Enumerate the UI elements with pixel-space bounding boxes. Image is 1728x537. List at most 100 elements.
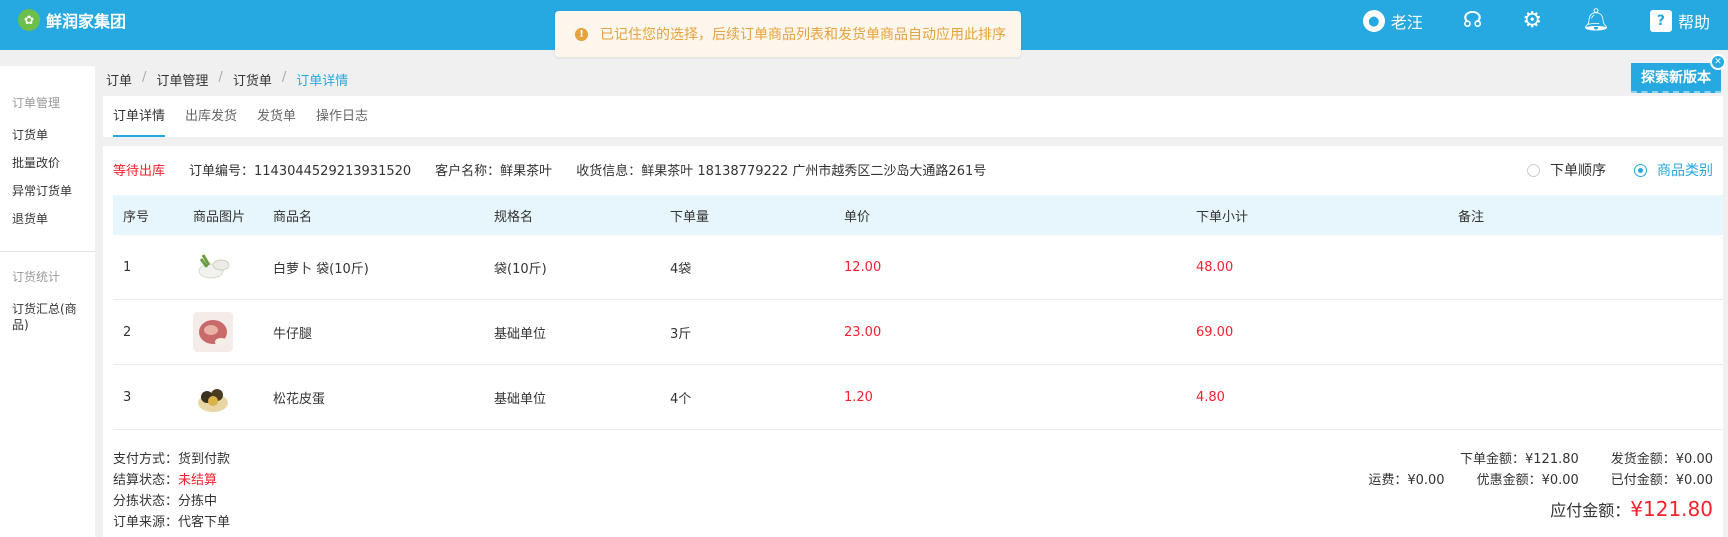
breadcrumb-separator: / (218, 70, 223, 85)
payment-method-row: 支付方式：货到付款 (113, 449, 230, 470)
cell-price: 1.20 (844, 389, 873, 405)
preserved-egg-image (193, 377, 233, 417)
sidebar-item-purchase-orders[interactable]: 订货单 (0, 121, 95, 149)
breadcrumb-item-purchase-orders[interactable]: 订货单 (233, 70, 272, 89)
tab-delivery-note[interactable]: 发货单 (257, 96, 296, 137)
headset-icon: ☊ (1462, 8, 1483, 33)
sorting-status-row: 分拣状态：分拣中 (113, 491, 230, 512)
radio-circle-icon (1527, 163, 1540, 177)
help-label: 帮助 (1677, 13, 1710, 32)
brand-logo-icon: ✿ (18, 9, 40, 31)
payable-amount: ¥121.80 (1630, 497, 1713, 521)
paid-amount: 已付金额：¥0.00 (1610, 473, 1713, 488)
breadcrumb-item-order-detail: 订单详情 (296, 74, 349, 89)
cell-qty: 3斤 (670, 326, 692, 342)
order-detail-panel: 等待出库 订单编号：1143044529213931520 客户名称：鲜果茶叶 … (103, 146, 1723, 537)
warning-icon: ! (575, 27, 588, 41)
header-price: 单价 (844, 209, 871, 225)
top-right-actions: ● 老汪 ☊ ⚙ 🔔︎ ? 帮助 (1323, 0, 1728, 42)
bell-icon: 🔔︎ (1582, 8, 1610, 33)
cell-spec: 基础单位 (494, 326, 547, 342)
toast-message: ! 已记住您的选择，后续订单商品列表和发货单商品自动应用此排序 (555, 11, 1021, 57)
meat-image (193, 312, 233, 352)
tab-outbound-shipping[interactable]: 出库发货 (185, 96, 237, 137)
payable-label: 应付金额： (1550, 501, 1631, 520)
cell-subtotal: 48.00 (1196, 259, 1234, 275)
sidebar-item-order-summary[interactable]: 订货汇总(商品) (0, 295, 95, 339)
cell-product-name: 白萝卜 袋(10斤) (273, 261, 369, 277)
notifications-button[interactable]: 🔔︎ (1582, 10, 1610, 32)
cell-spec: 袋(10斤) (494, 261, 547, 277)
breadcrumb-separator: / (142, 70, 147, 85)
cell-image (193, 312, 273, 352)
order-totals: 下单金额：¥121.80 发货金额：¥0.00 运费：¥0.00 优惠金额：¥0… (1368, 449, 1713, 521)
brand[interactable]: ✿ 鲜润家集团 (18, 8, 126, 32)
sort-by-category-radio[interactable]: 商品类别 (1634, 160, 1713, 180)
radio-checked-icon (1634, 163, 1647, 177)
cell-no: 1 (123, 259, 132, 275)
explore-new-version-button[interactable]: 探索新版本 (1631, 63, 1721, 93)
cell-image (193, 377, 273, 417)
sidebar-group-order-management: 订单管理 (12, 96, 61, 110)
totals-row: 下单金额：¥121.80 发货金额：¥0.00 (1368, 449, 1713, 470)
shipping-info: 收货信息：鲜果茶叶 18138779222 广州市越秀区二沙岛大通路261号 (576, 164, 987, 179)
help-button[interactable]: ? 帮助 (1649, 9, 1710, 33)
breadcrumb-item-order-management[interactable]: 订单管理 (156, 70, 208, 89)
radio-label: 下单顺序 (1550, 163, 1606, 179)
sidebar-item-batch-price-change[interactable]: 批量改价 (0, 149, 95, 177)
cell-no: 2 (123, 324, 132, 340)
settings-button[interactable]: ⚙ (1522, 10, 1542, 32)
breadcrumb: 订单 / 订单管理 / 订货单 / 订单详情 (106, 70, 348, 89)
status-badge: 等待出库 (113, 164, 166, 179)
cell-image (193, 247, 273, 287)
header-spec: 规格名 (494, 209, 534, 225)
header-note: 备注 (1458, 209, 1485, 225)
sidebar-item-abnormal-orders[interactable]: 异常订货单 (0, 177, 95, 205)
table-row: 3 松花皮蛋 基础单位 4个 1.20 4.80 (113, 365, 1723, 430)
order-amount: 下单金额：¥121.80 (1460, 452, 1579, 467)
cell-qty: 4袋 (670, 261, 692, 277)
customer-name: 客户名称：鲜果茶叶 (435, 164, 553, 179)
table-row: 1 白萝卜 袋(10斤) 袋(10斤) 4袋 12.00 48.00 (113, 235, 1723, 300)
sidebar-group-order-stats: 订货统计 (12, 270, 61, 284)
order-source-value: 代客下单 (178, 515, 231, 530)
sorting-status-label: 分拣状态： (113, 494, 179, 509)
header-qty: 下单量 (670, 209, 710, 225)
customer-service-button[interactable]: ☊ (1463, 10, 1483, 32)
cell-subtotal: 69.00 (1196, 324, 1234, 340)
sort-by-order-radio[interactable]: 下单顺序 (1527, 160, 1606, 180)
header-subtotal: 下单小计 (1196, 209, 1249, 225)
cell-product-name: 牛仔腿 (273, 326, 313, 342)
settlement-status-row: 结算状态：未结算 (113, 470, 230, 491)
order-source-row: 订单来源：代客下单 (113, 512, 230, 533)
order-number: 订单编号：1143044529213931520 (189, 164, 412, 179)
table-header: 序号 商品图片 商品名 规格名 下单量 单价 下单小计 备注 (113, 195, 1723, 235)
discount-amount: 优惠金额：¥0.00 (1476, 473, 1579, 488)
user-avatar-icon: ● (1362, 10, 1385, 32)
cell-spec: 基础单位 (494, 391, 547, 407)
tab-order-detail[interactable]: 订单详情 (113, 96, 166, 137)
cell-product-name: 松花皮蛋 (273, 391, 326, 407)
order-source-label: 订单来源： (113, 515, 179, 530)
freight-amount: 运费：¥0.00 (1368, 473, 1445, 488)
table-row: 2 牛仔腿 基础单位 3斤 23.00 69.00 (113, 300, 1723, 365)
radish-image (193, 247, 233, 287)
header-image: 商品图片 (193, 209, 246, 225)
sidebar: 订单管理 订货单 批量改价 异常订货单 退货单 订货统计 订货汇总(商品) (0, 66, 95, 537)
breadcrumb-item-orders[interactable]: 订单 (106, 70, 132, 89)
user-menu[interactable]: ● 老汪 (1362, 9, 1423, 33)
brand-name: 鲜润家集团 (46, 12, 127, 31)
radio-label: 商品类别 (1657, 163, 1713, 179)
toast-text: 已记住您的选择，后续订单商品列表和发货单商品自动应用此排序 (600, 27, 1006, 43)
cell-no: 3 (123, 389, 132, 405)
header-name: 商品名 (273, 209, 313, 225)
totals-row: 运费：¥0.00 优惠金额：¥0.00 已付金额：¥0.00 (1368, 470, 1713, 491)
order-items-table: 序号 商品图片 商品名 规格名 下单量 单价 下单小计 备注 1 白萝卜 袋(1… (113, 195, 1723, 430)
sidebar-item-returns[interactable]: 退货单 (0, 205, 95, 233)
header-no: 序号 (123, 209, 150, 225)
tab-bar: 订单详情 出库发货 发货单 操作日志 (113, 96, 368, 137)
gear-icon: ⚙ (1522, 8, 1543, 33)
payment-method-label: 支付方式： (113, 452, 179, 467)
close-icon[interactable]: ✕ (1710, 54, 1726, 70)
tab-operation-log[interactable]: 操作日志 (316, 96, 368, 137)
